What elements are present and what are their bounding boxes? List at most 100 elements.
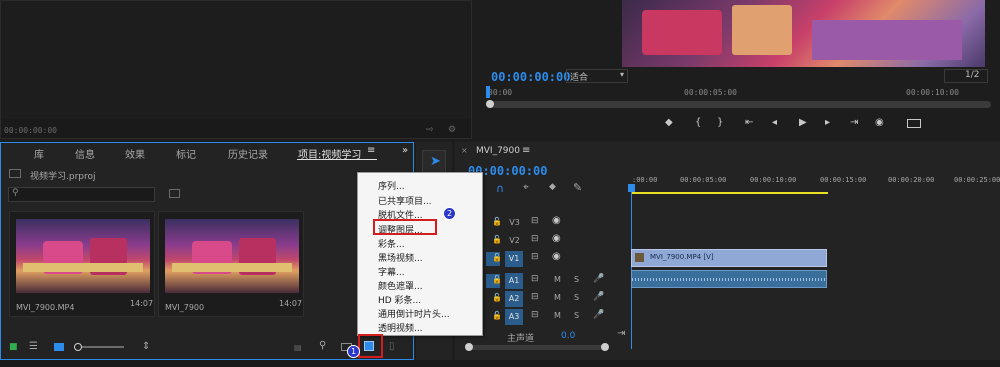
microphone-icon[interactable]: 🎤	[593, 274, 604, 284]
mark-out-icon[interactable]: }	[717, 117, 723, 128]
solo-button[interactable]: S	[574, 311, 579, 320]
trash-icon[interactable]: ▯	[389, 341, 395, 352]
menu-item-transparent-video[interactable]: 透明视频...	[378, 321, 423, 334]
menu-item-shared-project[interactable]: 已共享项目...	[378, 194, 432, 207]
ruler-label: 00:00:10:00	[906, 88, 959, 97]
sync-lock-icon[interactable]: ⊟	[531, 252, 539, 262]
track-label[interactable]: V2	[506, 233, 523, 249]
solo-button[interactable]: S	[574, 275, 579, 284]
sync-lock-icon[interactable]: ⊟	[531, 292, 539, 302]
tab-info[interactable]: 信息	[75, 146, 95, 161]
sync-lock-icon[interactable]: ⊟	[531, 216, 539, 226]
track-label[interactable]: V3	[506, 215, 523, 231]
sequence-menu-icon[interactable]: ≡	[522, 145, 530, 156]
sequence-tab[interactable]: MVI_7900	[476, 146, 520, 156]
microphone-icon[interactable]: 🎤	[593, 310, 604, 320]
timeline-scrollbar[interactable]	[465, 343, 609, 351]
source-timecode: 00:00:00:00	[4, 126, 57, 135]
track-label[interactable]: A2	[505, 291, 523, 307]
playhead-handle[interactable]	[628, 184, 635, 192]
menu-item-countdown[interactable]: 通用倒计时片头...	[378, 307, 450, 320]
play-icon[interactable]: ▶	[799, 117, 807, 128]
overflow-icon[interactable]: »	[402, 145, 408, 156]
scroll-handle-right[interactable]	[601, 343, 609, 351]
track-label[interactable]: V1	[505, 251, 523, 267]
microphone-icon[interactable]: 🎤	[593, 292, 604, 302]
sync-lock-icon[interactable]: ⊟	[531, 234, 539, 244]
lock-icon[interactable]: ■	[9, 342, 18, 352]
selection-tool[interactable]: ➤	[422, 150, 446, 174]
eye-icon[interactable]: ◉	[552, 251, 561, 262]
find-icon[interactable]: ⚲	[319, 340, 326, 351]
export-frame-icon[interactable]: ⇨	[426, 125, 434, 135]
track-lock-icon[interactable]: 🔓	[492, 253, 502, 262]
clip-thumbnail[interactable]	[165, 219, 299, 293]
audio-clip[interactable]	[631, 270, 827, 288]
scroll-handle[interactable]	[486, 100, 494, 108]
clip-card[interactable]: MVI_7900.MP4 14:07	[9, 211, 155, 317]
camera-icon[interactable]: ◉	[875, 117, 884, 128]
close-tab-icon[interactable]: ×	[461, 146, 468, 155]
marker-icon[interactable]: ◆	[665, 117, 673, 128]
program-scrollbar[interactable]	[486, 100, 991, 108]
compare-icon[interactable]	[907, 119, 921, 128]
fit-dropdown[interactable]: 适合 ▾	[566, 69, 628, 83]
menu-item-bars-and-tone[interactable]: 彩条...	[378, 237, 405, 250]
solo-button[interactable]: S	[574, 293, 579, 302]
automate-icon[interactable]: ▤	[294, 343, 302, 352]
tab-effects[interactable]: 效果	[125, 146, 145, 161]
menu-item-hd-bars[interactable]: HD 彩条...	[378, 293, 421, 306]
mute-button[interactable]: M	[554, 311, 561, 320]
add-marker-icon[interactable]: ◆	[549, 182, 556, 192]
video-clip[interactable]: MVI_7900.MP4 [V]	[631, 249, 827, 267]
scroll-handle-left[interactable]	[465, 343, 473, 351]
program-timecode[interactable]: 00:00:00:00	[491, 70, 570, 84]
work-area-bar[interactable]	[632, 192, 828, 194]
eye-icon[interactable]: ◉	[552, 215, 561, 226]
track-lock-icon[interactable]: 🔓	[492, 293, 502, 302]
sync-lock-icon[interactable]: ⊟	[531, 274, 539, 284]
wrench-icon[interactable]: ✎	[573, 181, 582, 194]
sync-lock-icon[interactable]: ⊟	[531, 310, 539, 320]
new-bin-icon[interactable]	[169, 189, 180, 198]
menu-item-sequence[interactable]: 序列...	[378, 179, 405, 192]
zoom-slider[interactable]	[74, 343, 124, 351]
menu-item-black-video[interactable]: 黑场视频...	[378, 251, 423, 264]
list-view-icon[interactable]: ☰	[29, 341, 38, 352]
track-lock-icon[interactable]: 🔓	[492, 217, 502, 226]
go-to-end-icon[interactable]: ⇥	[617, 328, 625, 339]
go-to-out-icon[interactable]: ⇥	[850, 117, 858, 128]
sort-icon[interactable]: ⇕	[142, 341, 150, 352]
menu-item-color-matte[interactable]: 颜色遮罩...	[378, 279, 423, 292]
track-lock-icon[interactable]: 🔓	[492, 275, 502, 284]
tab-menu-icon[interactable]: ≡	[367, 145, 375, 156]
tab-history[interactable]: 历史记录	[228, 146, 268, 161]
waveform	[632, 278, 826, 281]
search-input[interactable]: ⚲	[8, 187, 155, 202]
tab-library[interactable]: 库	[34, 146, 44, 161]
track-label[interactable]: A3	[505, 309, 523, 325]
mute-button[interactable]: M	[554, 275, 561, 284]
zoom-handle[interactable]	[74, 343, 82, 351]
icon-view-icon[interactable]	[54, 343, 64, 351]
mute-button[interactable]: M	[554, 293, 561, 302]
timeline-ruler[interactable]: :00:00 00:00:05:00 00:00:10:00 00:00:15:…	[630, 172, 1000, 194]
track-lock-icon[interactable]: 🔓	[492, 235, 502, 244]
snap-icon[interactable]: ∩	[496, 182, 504, 195]
mark-in-icon[interactable]: {	[695, 117, 701, 128]
playhead-marker[interactable]	[486, 86, 490, 98]
track-label[interactable]: A1	[505, 273, 523, 289]
eye-icon[interactable]: ◉	[552, 233, 561, 244]
clip-thumbnail[interactable]	[16, 219, 150, 293]
resolution-dropdown[interactable]: 1/2	[944, 69, 988, 83]
linked-selection-icon[interactable]: ⌖	[523, 182, 529, 193]
tab-markers[interactable]: 标记	[176, 146, 196, 161]
clip-card[interactable]: MVI_7900 14:07	[158, 211, 304, 317]
menu-item-title[interactable]: 字幕...	[378, 265, 405, 278]
step-forward-icon[interactable]: ▸	[825, 117, 830, 128]
master-value[interactable]: 0.0	[561, 331, 575, 341]
track-lock-icon[interactable]: 🔓	[492, 311, 502, 320]
step-back-icon[interactable]: ◂	[772, 117, 777, 128]
settings-icon[interactable]: ⚙	[448, 125, 456, 135]
go-to-in-icon[interactable]: ⇤	[745, 117, 753, 128]
